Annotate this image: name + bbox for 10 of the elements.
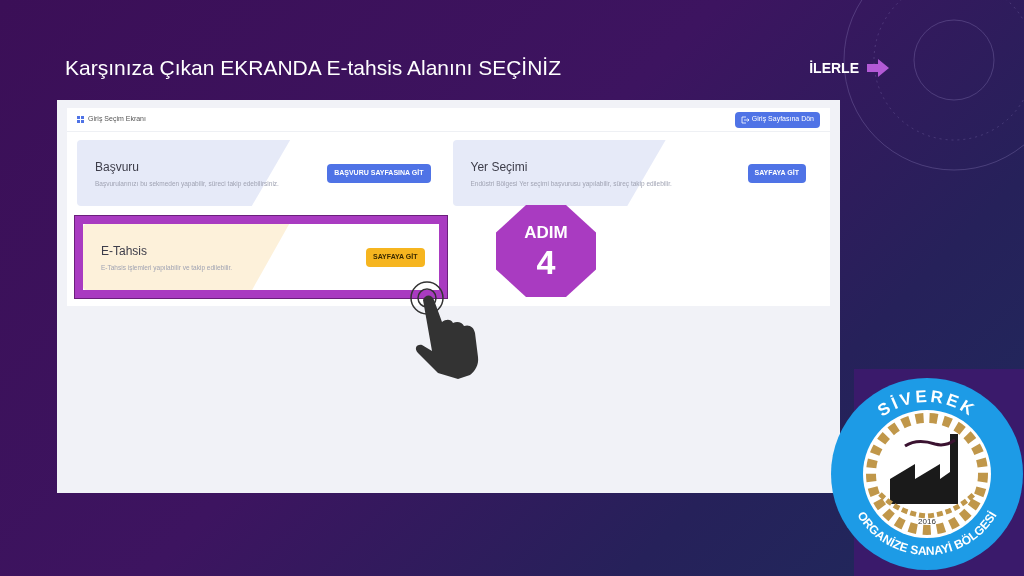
card-title: Başvuru	[95, 158, 141, 176]
grid-icon	[77, 116, 84, 123]
exit-icon	[740, 115, 749, 124]
next-link[interactable]: İLERLE	[809, 57, 889, 79]
step-number: 4	[536, 244, 556, 279]
slide-title: Karşınıza Çıkan EKRANDA E-tahsis Alanını SEÇİNİZ	[65, 55, 562, 82]
arrow-right-icon	[867, 59, 889, 77]
card-title: E-Tahsis	[101, 242, 148, 260]
card-title: Yer Seçimi	[470, 158, 529, 176]
step-label: ADIM	[524, 223, 568, 241]
